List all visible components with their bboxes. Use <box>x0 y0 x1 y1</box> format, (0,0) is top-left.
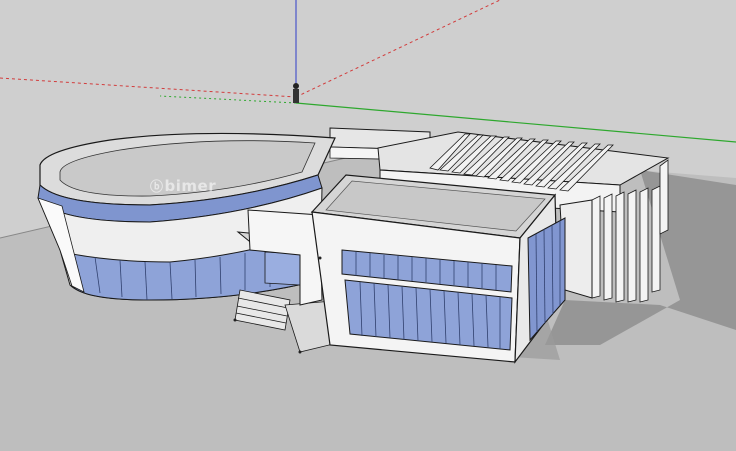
axis-green-dotted <box>159 95 297 104</box>
axis-red-dashed-right <box>295 0 501 98</box>
watermark-logo-icon: ⓑ <box>150 180 164 195</box>
watermark: ⓑbimer <box>150 176 216 195</box>
model-viewport[interactable] <box>0 0 736 451</box>
scene-svg[interactable] <box>0 0 736 451</box>
axis-red-dashed-left <box>0 77 297 98</box>
watermark-text: bimer <box>164 177 217 195</box>
person-scale-figure-icon <box>293 83 299 103</box>
entrance-door <box>264 251 301 286</box>
